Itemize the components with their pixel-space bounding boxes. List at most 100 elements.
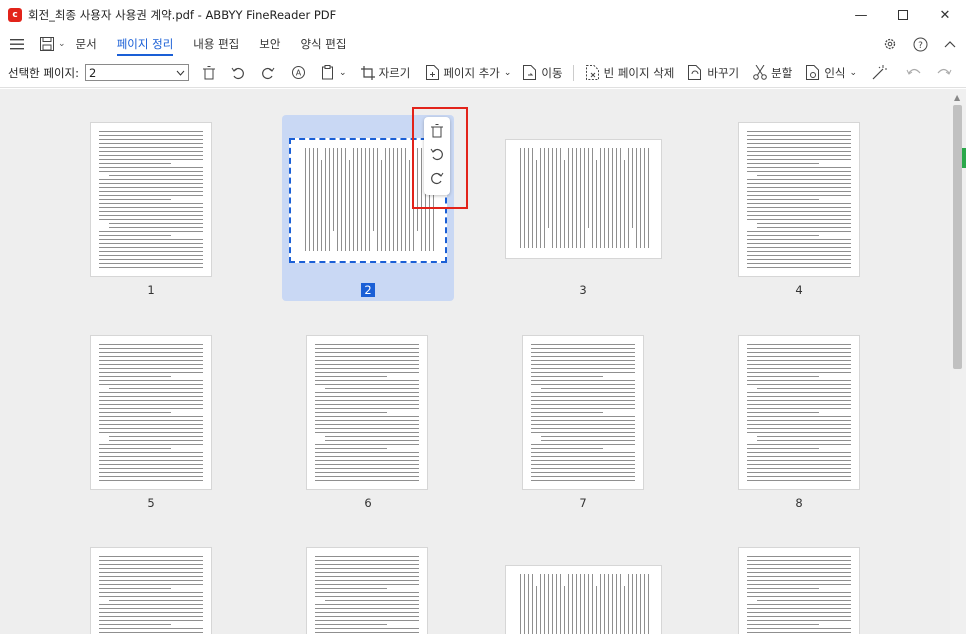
text-line xyxy=(541,388,635,389)
move-page-button[interactable]: 이동 xyxy=(523,65,563,81)
crop-icon xyxy=(360,65,375,80)
close-button[interactable]: ✕ xyxy=(924,0,966,30)
text-line xyxy=(99,235,171,236)
rotate-left-icon xyxy=(231,67,244,79)
text-line xyxy=(572,148,573,248)
text-line xyxy=(99,251,203,252)
auto-rotate-button[interactable]: A xyxy=(291,65,306,80)
page-thumbnail-8[interactable] xyxy=(738,335,860,490)
text-line xyxy=(531,420,635,421)
page-thumbnail-6[interactable] xyxy=(306,335,428,490)
text-line xyxy=(531,460,635,461)
scroll-up-icon[interactable]: ▲ xyxy=(954,93,960,102)
text-line xyxy=(325,600,419,601)
add-page-button[interactable]: 페이지 추가 ⌄ xyxy=(426,65,511,81)
replace-page-button[interactable]: 바꾸기 xyxy=(688,65,739,81)
recognize-label: 인식 xyxy=(824,65,846,80)
page-number-7: 7 xyxy=(579,496,587,510)
text-line xyxy=(109,227,203,228)
gear-icon[interactable] xyxy=(883,37,897,51)
text-line xyxy=(109,600,203,601)
save-icon[interactable] xyxy=(40,37,54,51)
text-line xyxy=(747,616,851,617)
minimize-button[interactable]: — xyxy=(840,0,882,30)
text-line xyxy=(99,616,203,617)
tab-edit-forms[interactable]: 양식 편집 xyxy=(300,30,346,58)
text-line xyxy=(315,392,419,393)
text-line xyxy=(620,574,621,634)
page-thumbnail-9[interactable] xyxy=(90,547,212,634)
tab-organize-pages[interactable]: 페이지 정리 xyxy=(116,30,173,58)
text-line xyxy=(600,574,601,634)
text-line xyxy=(99,171,203,172)
hamburger-menu-icon[interactable] xyxy=(10,38,24,50)
text-line xyxy=(99,239,203,240)
text-line xyxy=(109,388,203,389)
text-line xyxy=(560,574,561,634)
page-thumbnails-area: 1 2 3 4 5 6 7 8 xyxy=(0,89,950,634)
tab-document[interactable]: 문서 xyxy=(76,30,97,58)
text-line xyxy=(747,143,851,144)
chevron-up-icon[interactable] xyxy=(944,40,956,48)
crop-button[interactable]: 자르기 xyxy=(360,65,410,81)
text-line xyxy=(531,464,635,465)
delete-blank-pages-button[interactable]: 빈 페이지 삭제 xyxy=(585,65,674,81)
split-button[interactable]: 분할 xyxy=(753,65,792,81)
text-line xyxy=(757,227,851,228)
selected-pages-input[interactable]: 2 xyxy=(85,64,190,81)
paste-page-button[interactable]: ⌄ xyxy=(322,65,347,80)
recognize-icon xyxy=(806,65,820,80)
vertical-scrollbar[interactable]: ▲ xyxy=(950,89,966,634)
text-line xyxy=(315,460,419,461)
tab-security[interactable]: 보안 xyxy=(259,30,280,58)
text-line xyxy=(608,148,609,248)
page-thumbnail-5[interactable] xyxy=(90,335,212,490)
delete-page-button[interactable] xyxy=(203,65,216,80)
help-icon[interactable]: ? xyxy=(913,37,928,52)
text-line xyxy=(624,160,625,248)
scroll-thumb[interactable] xyxy=(953,105,962,369)
text-line xyxy=(325,148,326,251)
rotate-right-icon xyxy=(262,67,275,79)
text-line xyxy=(99,392,203,393)
undo-button[interactable] xyxy=(906,66,921,80)
tab-edit-content[interactable]: 내용 편집 xyxy=(193,30,239,58)
text-line xyxy=(580,574,581,634)
text-line xyxy=(99,368,203,369)
page-thumbnail-11[interactable] xyxy=(505,565,662,634)
maximize-button[interactable] xyxy=(882,0,924,30)
text-line xyxy=(385,148,386,251)
recognize-button[interactable]: 인식 ⌄ xyxy=(806,65,857,81)
page-thumbnail-3[interactable] xyxy=(505,139,662,259)
magic-wand-button[interactable] xyxy=(871,64,888,81)
text-line xyxy=(315,376,387,377)
replace-label: 바꾸기 xyxy=(707,65,740,80)
text-line xyxy=(648,148,649,248)
text-line xyxy=(747,424,851,425)
text-line xyxy=(99,588,171,589)
scissors-icon xyxy=(753,65,767,80)
text-line xyxy=(315,580,419,581)
toolbar: 선택한 페이지: 2 A ⌄ 자르기 페이지 추가 ⌄ 이동 빈 페이지 삭제 … xyxy=(0,58,966,88)
page-thumbnail-10[interactable] xyxy=(306,547,428,634)
rotate-left-button[interactable] xyxy=(231,66,245,80)
highlight-annotation-box xyxy=(412,107,468,209)
text-line xyxy=(747,239,851,240)
text-line xyxy=(531,444,635,445)
page-thumbnail-12[interactable] xyxy=(738,547,860,634)
text-line xyxy=(636,574,637,634)
page-thumbnail-1[interactable] xyxy=(90,122,212,277)
page-thumbnail-4[interactable] xyxy=(738,122,860,277)
page-thumbnail-7[interactable] xyxy=(522,335,644,490)
chevron-down-icon[interactable]: ⌄ xyxy=(58,39,66,49)
text-line xyxy=(99,412,171,413)
text-line xyxy=(99,139,203,140)
text-line xyxy=(747,608,851,609)
text-line xyxy=(315,364,419,365)
abbyy-logo-icon: c xyxy=(8,8,22,22)
text-line xyxy=(315,576,419,577)
text-line xyxy=(747,247,851,248)
rotate-right-button[interactable] xyxy=(261,66,275,80)
text-line xyxy=(531,352,635,353)
redo-button[interactable] xyxy=(937,66,952,80)
